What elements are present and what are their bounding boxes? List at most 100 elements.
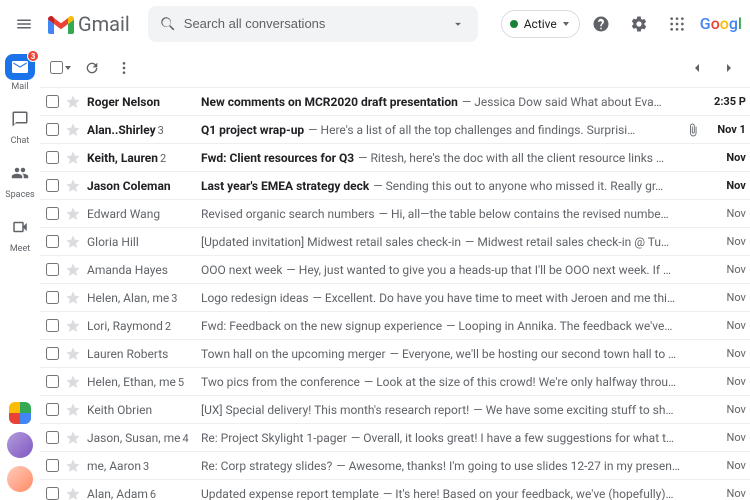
mail-main: Roger Nelson New comments on MCR2020 dra… xyxy=(40,48,750,500)
meet-icon xyxy=(5,212,35,242)
more-icon[interactable] xyxy=(109,53,139,83)
row-date: Nov xyxy=(706,431,746,444)
rail-item-meet[interactable]: Meet xyxy=(0,212,40,254)
star-icon[interactable] xyxy=(65,458,81,474)
gmail-logo[interactable]: Gmail xyxy=(48,12,130,36)
star-icon[interactable] xyxy=(65,262,81,278)
search-icon[interactable] xyxy=(152,8,184,40)
row-checkbox[interactable] xyxy=(46,151,59,164)
search-input[interactable] xyxy=(184,6,442,42)
star-icon[interactable] xyxy=(65,150,81,166)
google-logo[interactable]: Googl xyxy=(700,14,742,33)
row-checkbox[interactable] xyxy=(46,95,59,108)
mail-row[interactable]: Alan..Shirley3 Q1 project wrap-up Here's… xyxy=(40,116,750,144)
newer-icon[interactable] xyxy=(682,53,712,83)
row-sender: Alan, Adam6 xyxy=(87,487,195,500)
row-checkbox[interactable] xyxy=(46,235,59,248)
row-checkbox[interactable] xyxy=(46,487,59,500)
mail-row[interactable]: Amanda Hayes OOO next week Hey, just wan… xyxy=(40,256,750,284)
chat-icon xyxy=(5,104,35,134)
row-content: Last year's EMEA strategy deck Sending t… xyxy=(201,179,680,193)
row-subject: Re: Corp strategy slides? xyxy=(201,459,332,473)
rail-label: Mail xyxy=(11,82,28,92)
row-subject: Revised organic search numbers xyxy=(201,207,375,221)
mail-row[interactable]: Alan, Adam6 Updated expense report templ… xyxy=(40,480,750,500)
rail-group-avatar[interactable] xyxy=(9,402,31,424)
row-snippet: Awesome, thanks! I'm going to use slides… xyxy=(336,459,680,473)
older-icon[interactable] xyxy=(714,53,744,83)
row-date: Nov xyxy=(706,347,746,360)
mail-row[interactable]: Lori, Raymond2 Fwd: Feedback on the new … xyxy=(40,312,750,340)
star-icon[interactable] xyxy=(65,234,81,250)
row-snippet: Here's a list of all the top challenges … xyxy=(308,123,635,137)
mail-row[interactable]: Roger Nelson New comments on MCR2020 dra… xyxy=(40,88,750,116)
star-icon[interactable] xyxy=(65,94,81,110)
row-sender: Edward Wang xyxy=(87,207,195,221)
row-date: 2:35 P xyxy=(706,95,746,108)
menu-icon[interactable] xyxy=(4,4,44,44)
search-options-icon[interactable] xyxy=(442,8,474,40)
mail-row[interactable]: Keith, Lauren2 Fwd: Client resources for… xyxy=(40,144,750,172)
mail-row[interactable]: Jason, Susan, me4 Re: Project Skylight 1… xyxy=(40,424,750,452)
mail-row[interactable]: Jason Coleman Last year's EMEA strategy … xyxy=(40,172,750,200)
row-checkbox[interactable] xyxy=(46,403,59,416)
mail-row[interactable]: Gloria Hill [Updated invitation] Midwest… xyxy=(40,228,750,256)
mail-row[interactable]: Edward Wang Revised organic search numbe… xyxy=(40,200,750,228)
row-date: Nov xyxy=(706,179,746,192)
mail-row[interactable]: Keith Obrien [UX] Special delivery! This… xyxy=(40,396,750,424)
chevron-down-icon xyxy=(65,66,71,70)
row-checkbox[interactable] xyxy=(46,375,59,388)
status-chip[interactable]: Active xyxy=(501,10,580,38)
apps-icon[interactable] xyxy=(660,7,694,41)
row-checkbox[interactable] xyxy=(46,179,59,192)
star-icon[interactable] xyxy=(65,346,81,362)
mail-row[interactable]: Helen, Alan, me3 Logo redesign ideas Exc… xyxy=(40,284,750,312)
support-icon[interactable] xyxy=(584,7,618,41)
row-checkbox[interactable] xyxy=(46,431,59,444)
select-all-checkbox[interactable] xyxy=(46,57,75,78)
row-sender: Jason Coleman xyxy=(87,179,195,193)
row-checkbox[interactable] xyxy=(46,123,59,136)
row-subject: Two pics from the conference xyxy=(201,375,360,389)
row-checkbox[interactable] xyxy=(46,207,59,220)
row-snippet: Jessica Dow said What about Eva… xyxy=(462,95,662,109)
attachment-icon xyxy=(686,123,700,137)
star-icon[interactable] xyxy=(65,318,81,334)
row-checkbox[interactable] xyxy=(46,347,59,360)
star-icon[interactable] xyxy=(65,374,81,390)
row-subject: Updated expense report template xyxy=(201,487,379,500)
status-dot-icon xyxy=(510,20,518,28)
rail-item-spaces[interactable]: Spaces xyxy=(0,158,40,200)
row-sender: Lori, Raymond2 xyxy=(87,319,195,333)
row-content: [UX] Special delivery! This month's rese… xyxy=(201,403,680,417)
row-sender: Helen, Ethan, me5 xyxy=(87,375,195,389)
mail-row[interactable]: Helen, Ethan, me5 Two pics from the conf… xyxy=(40,368,750,396)
star-icon[interactable] xyxy=(65,430,81,446)
rail-avatar[interactable] xyxy=(7,432,33,458)
row-sender: Keith, Lauren2 xyxy=(87,151,195,165)
rail-avatar[interactable] xyxy=(7,466,33,492)
rail-item-mail[interactable]: 3 Mail xyxy=(0,54,40,92)
row-checkbox[interactable] xyxy=(46,319,59,332)
settings-icon[interactable] xyxy=(622,7,656,41)
rail-item-chat[interactable]: Chat xyxy=(0,104,40,146)
star-icon[interactable] xyxy=(65,402,81,418)
star-icon[interactable] xyxy=(65,486,81,500)
mail-row[interactable]: Lauren Roberts Town hall on the upcoming… xyxy=(40,340,750,368)
row-subject: [Updated invitation] Midwest retail sale… xyxy=(201,235,461,249)
star-icon[interactable] xyxy=(65,122,81,138)
row-checkbox[interactable] xyxy=(46,263,59,276)
row-checkbox[interactable] xyxy=(46,291,59,304)
mail-row[interactable]: me, Aaron3 Re: Corp strategy slides? Awe… xyxy=(40,452,750,480)
star-icon[interactable] xyxy=(65,290,81,306)
row-date: Nov xyxy=(706,151,746,164)
row-subject: Logo redesign ideas xyxy=(201,291,309,305)
mail-list: Roger Nelson New comments on MCR2020 dra… xyxy=(40,88,750,500)
star-icon[interactable] xyxy=(65,178,81,194)
row-content: Two pics from the conference Look at the… xyxy=(201,375,680,389)
row-checkbox[interactable] xyxy=(46,459,59,472)
row-sender: Roger Nelson xyxy=(87,95,195,109)
star-icon[interactable] xyxy=(65,206,81,222)
refresh-icon[interactable] xyxy=(77,53,107,83)
mail-badge: 3 xyxy=(27,50,39,62)
